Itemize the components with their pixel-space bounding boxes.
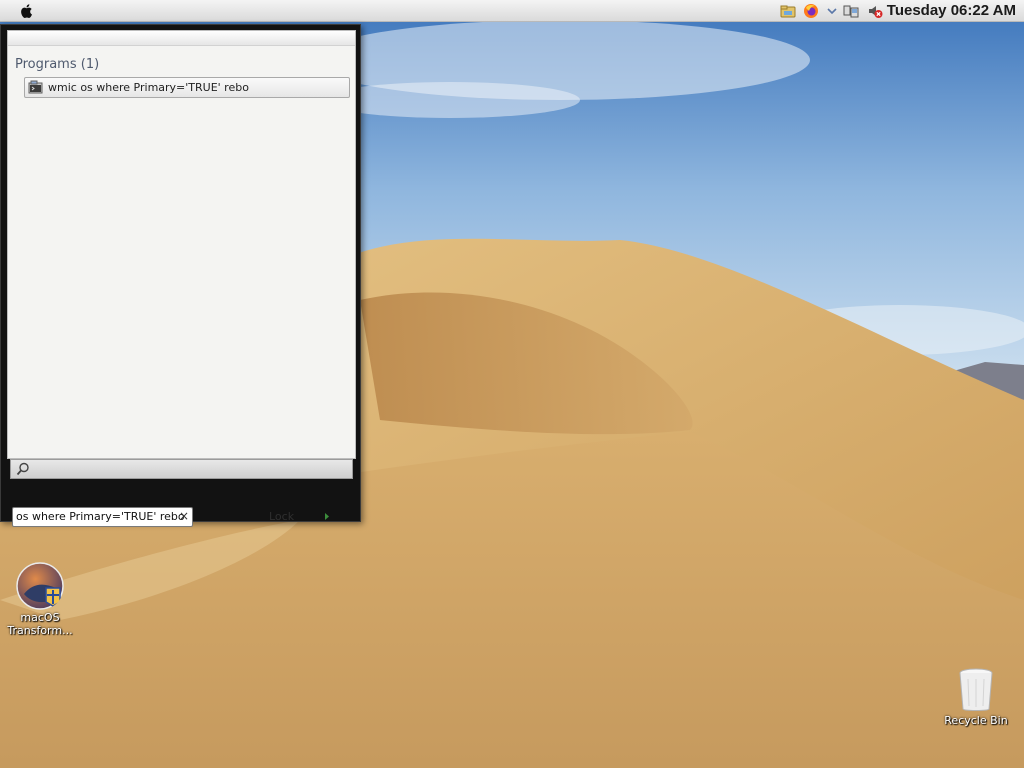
desktop-icon-recycle-bin[interactable]: Recycle Bin (940, 667, 1012, 727)
menubar-clock[interactable]: Tuesday 06:22 AM (887, 2, 1016, 19)
clear-search-icon[interactable]: × (179, 509, 189, 523)
chevron-down-icon[interactable] (826, 3, 838, 19)
network-icon[interactable] (843, 3, 859, 19)
lock-button[interactable]: Lock (269, 510, 294, 523)
search-results-panel: Programs (1) wmic os where Primary='TRUE… (7, 30, 356, 459)
macos-transformation-pack-icon (16, 562, 64, 610)
volume-muted-icon[interactable] (867, 3, 883, 19)
programs-section-header: Programs (1) (15, 57, 100, 72)
search-icon[interactable] (16, 462, 30, 476)
desktop: Tuesday 06:22 AM Programs (1) wmic os wh… (0, 0, 1024, 768)
lock-options-arrow-icon[interactable] (323, 512, 331, 521)
menu-bar: Tuesday 06:22 AM (0, 0, 1024, 22)
search-input-text[interactable]: os where Primary='TRUE' rebo (16, 510, 185, 523)
recycle-bin-icon (959, 668, 993, 711)
start-menu: Programs (1) wmic os where Primary='TRUE… (0, 24, 361, 527)
desktop-icon-label: Recycle Bin (944, 714, 1008, 727)
network-folder-icon[interactable] (780, 3, 796, 19)
panel-header-strip (8, 31, 355, 46)
program-result-label: wmic os where Primary='TRUE' rebo (48, 81, 249, 94)
firefox-icon[interactable] (803, 3, 819, 19)
console-program-icon (28, 80, 43, 94)
apple-icon[interactable] (19, 2, 35, 20)
start-search-input[interactable]: os where Primary='TRUE' rebo × (12, 507, 193, 527)
program-result-item[interactable]: wmic os where Primary='TRUE' rebo (24, 77, 350, 98)
desktop-icon-macos-transform[interactable]: macOS Transform... (4, 562, 76, 637)
desktop-icon-label: macOS Transform... (7, 611, 73, 637)
search-results-footer (10, 459, 353, 479)
